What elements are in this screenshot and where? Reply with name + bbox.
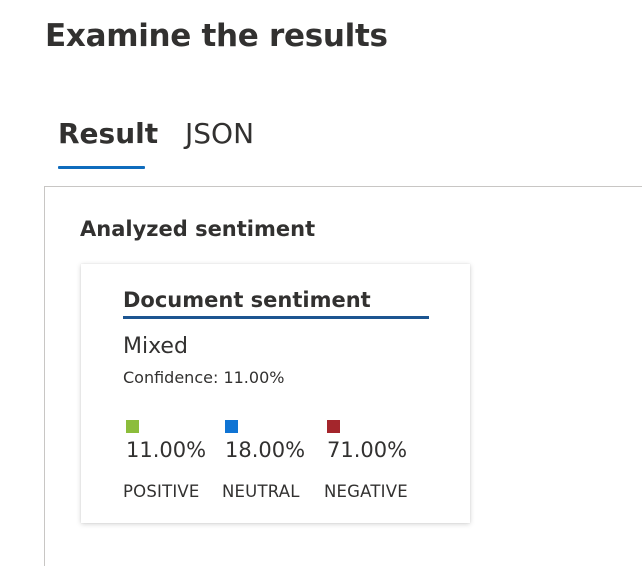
positive-score-value: 11.00% (126, 438, 207, 462)
neutral-score-value: 18.00% (225, 438, 306, 462)
negative-score-label: NEGATIVE (324, 482, 408, 501)
document-sentiment-card: Document sentiment Mixed Confidence: 11.… (81, 264, 470, 523)
active-tab-indicator (58, 166, 145, 169)
confidence-text: Confidence: 11.00% (123, 368, 285, 387)
page-title: Examine the results (45, 18, 388, 54)
tab-result[interactable]: Result (58, 114, 158, 154)
result-panel: Analyzed sentiment Document sentiment Mi… (44, 186, 642, 566)
positive-score-label: POSITIVE (123, 482, 200, 501)
negative-score-value: 71.00% (327, 438, 408, 462)
neutral-score-label: NEUTRAL (222, 482, 300, 501)
card-title: Document sentiment (123, 288, 371, 312)
card-title-underline (123, 316, 429, 319)
sentiment-label: Mixed (123, 334, 188, 359)
tab-json[interactable]: JSON (185, 114, 254, 154)
neutral-color-swatch (225, 420, 238, 433)
negative-color-swatch (327, 420, 340, 433)
positive-color-swatch (126, 420, 139, 433)
section-title: Analyzed sentiment (80, 217, 316, 241)
